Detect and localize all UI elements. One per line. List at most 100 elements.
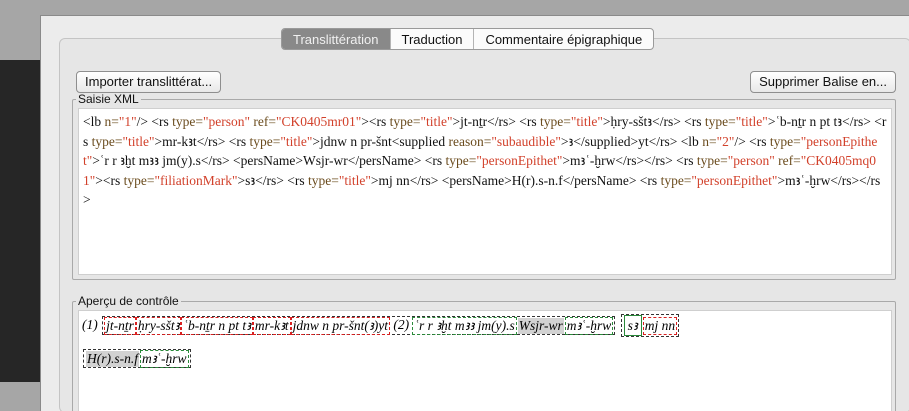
xml-token-txt: H(r).s-n.f bbox=[511, 172, 563, 188]
xml-input-panel: Saisie XML <lb n="1"/> <rs type="person"… bbox=[72, 92, 896, 280]
xml-token-attr: type= bbox=[172, 114, 203, 129]
xml-token-tag: ><rs bbox=[361, 114, 390, 129]
xml-token-str: "filiationMark" bbox=[154, 172, 238, 188]
xml-token-txt: jt-nṯr bbox=[460, 114, 488, 129]
xml-token-tag: </persName> <rs bbox=[562, 172, 661, 188]
xml-token-txt: mj nn bbox=[378, 172, 410, 188]
xml-token-tag: > bbox=[562, 153, 571, 168]
xml-token-tag: </rs> <persName> bbox=[409, 172, 512, 188]
xml-token-tag: </rs> <rs bbox=[652, 114, 705, 129]
xml-token-str: "title" bbox=[338, 172, 371, 188]
xml-token-attr: ref= bbox=[253, 114, 276, 129]
xml-token-str: "title" bbox=[735, 114, 768, 129]
filiation-mark: sꜣ bbox=[623, 315, 642, 337]
person-segment-1: jt-nṯr ḥry-sštꜣ ʿb-nṯr n pt tꜣ mr-kꜣt jdnw n… bbox=[102, 316, 616, 336]
title-segment: ʿb-nṯr n pt tꜣ bbox=[181, 317, 253, 336]
xml-token-attr: type= bbox=[696, 153, 728, 168]
xml-token-tag: > bbox=[777, 172, 786, 188]
tab-bar: Translittération Traduction Commentaire … bbox=[281, 28, 655, 50]
xml-token-txt: jdnw n pr-šnt bbox=[320, 133, 392, 149]
xml-token-tag: > bbox=[602, 114, 611, 129]
xml-token-tag: > bbox=[237, 172, 246, 188]
xml-token-attr: type= bbox=[660, 172, 692, 188]
preview-panel-legend: Aperçu de contrôle bbox=[78, 294, 179, 308]
xml-token-tag: > bbox=[312, 133, 321, 149]
xml-token-tag: </persName> <rs bbox=[347, 153, 446, 168]
xml-token-tag: > bbox=[370, 172, 379, 188]
xml-token-txt: mꜣʿ-ḫrw bbox=[785, 172, 831, 188]
xml-token-txt: mꜣʿ-ḫrw bbox=[570, 153, 616, 168]
xml-token-attr: type= bbox=[445, 153, 477, 168]
xml-token-tag: </rs> <lb bbox=[648, 133, 703, 149]
line-marker: (2) bbox=[393, 317, 410, 333]
epithet-segment: ʿr r ꜣḫt mꜣꜣ jm(y).s bbox=[412, 317, 517, 336]
xml-token-str: "personEpithet" bbox=[476, 153, 563, 168]
xml-token-attr: type= bbox=[769, 133, 801, 149]
xml-token-attr: type= bbox=[389, 114, 421, 129]
xml-token-attr: type= bbox=[91, 133, 123, 149]
xml-token-tag: > bbox=[452, 114, 461, 129]
xml-token-tag: </rs></rs> <rs bbox=[615, 153, 697, 168]
xml-token-attr: n= bbox=[104, 114, 119, 129]
xml-token-tag: /> <rs bbox=[136, 114, 173, 129]
xml-token-tag: > bbox=[560, 133, 569, 149]
xml-token-txt: ḥry-sštꜣ bbox=[610, 114, 653, 129]
xml-token-txt: ʿb-nṯr n pt tꜣ bbox=[775, 114, 843, 129]
title-segment: ḥry-sštꜣ bbox=[135, 317, 182, 336]
xml-token-str: "title" bbox=[570, 114, 603, 129]
xml-token-txt: yt bbox=[638, 133, 649, 149]
title-segment: jt-nṯr bbox=[104, 317, 136, 336]
xml-token-str: "title" bbox=[122, 133, 155, 149]
xml-token-str: "title" bbox=[280, 133, 313, 149]
preview-panel: Aperçu de contrôle (1) jt-nṯr ḥry-sštꜣ ʿb-… bbox=[72, 294, 896, 411]
person-segment-2: sꜣ mj nn bbox=[620, 314, 680, 338]
epithet-segment: mꜣʿ-ḫrw bbox=[140, 349, 189, 368]
preview-area: (1) jt-nṯr ḥry-sštꜣ ʿb-nṯr n pt tꜣ mr-kꜣt jd… bbox=[78, 310, 892, 411]
xml-token-tag: ><rs bbox=[95, 172, 124, 188]
xml-token-tag: </supplied> bbox=[573, 133, 639, 149]
xml-token-str: "person" bbox=[203, 114, 251, 129]
xml-token-tag: > bbox=[154, 133, 163, 149]
xml-token-attr: type= bbox=[123, 172, 155, 188]
xml-token-attr: ref= bbox=[778, 153, 801, 168]
title-segment: mr-kꜣt bbox=[252, 317, 291, 336]
import-button[interactable]: Importer translittérat... bbox=[76, 71, 222, 93]
xml-token-str: "2" bbox=[716, 133, 735, 149]
xml-token-attr: type= bbox=[704, 114, 736, 129]
xml-token-attr: type= bbox=[540, 114, 571, 129]
xml-token-txt: mr-kꜣt bbox=[162, 133, 197, 149]
xml-token-attr: reason= bbox=[448, 133, 492, 149]
person-name: H(r).s-n.f bbox=[86, 350, 139, 367]
xml-token-tag: </rs> <rs bbox=[487, 114, 540, 129]
xml-token-str: "subaudible" bbox=[491, 133, 561, 149]
xml-token-attr: type= bbox=[249, 133, 281, 149]
xml-token-str: "CK0405mr01" bbox=[276, 114, 362, 129]
xml-token-tag: /> <rs bbox=[734, 133, 770, 149]
person-name: Wsjr-wr bbox=[517, 318, 564, 335]
person-segment-2-cont: H(r).s-n.f mꜣʿ-ḫrw bbox=[83, 348, 191, 368]
xml-token-str: "personEpithet" bbox=[691, 172, 778, 188]
xml-token-str: "1" bbox=[118, 114, 137, 129]
xml-token-tag: </rs> <rs bbox=[255, 172, 309, 188]
remove-tag-button[interactable]: Supprimer Balise en... bbox=[750, 71, 896, 93]
xml-token-tag: </rs> <rs bbox=[196, 133, 250, 149]
tab-translitteration[interactable]: Translittération bbox=[282, 29, 391, 49]
xml-token-tag: > bbox=[92, 153, 100, 168]
xml-token-str: "title" bbox=[420, 114, 453, 129]
editor-window: Translittération Traduction Commentaire … bbox=[40, 15, 909, 411]
xml-panel-legend: Saisie XML bbox=[78, 92, 139, 106]
title-segment: mj nn bbox=[642, 316, 678, 335]
title-segment: jdnw n pr-šnt(ꜣ)yt bbox=[290, 317, 390, 336]
xml-editor[interactable]: <lb n="1"/> <rs type="person" ref="CK040… bbox=[78, 108, 892, 275]
xml-token-txt: sꜣ bbox=[245, 172, 256, 188]
xml-token-tag: <supplied bbox=[391, 133, 449, 149]
xml-token-str: "person" bbox=[727, 153, 775, 168]
xml-token-txt: Wsjr-wr bbox=[302, 153, 348, 168]
xml-token-txt: ʿr r ꜣḫt mꜣꜣ jm(y).s bbox=[99, 153, 201, 168]
tab-commentaire[interactable]: Commentaire épigraphique bbox=[474, 29, 653, 49]
xml-token-attr: type= bbox=[308, 172, 339, 188]
xml-token-tag: <lb bbox=[83, 114, 105, 129]
xml-token-attr: n= bbox=[702, 133, 717, 149]
tab-traduction[interactable]: Traduction bbox=[391, 29, 475, 49]
xml-token-tag: </rs> <persName> bbox=[200, 153, 303, 168]
